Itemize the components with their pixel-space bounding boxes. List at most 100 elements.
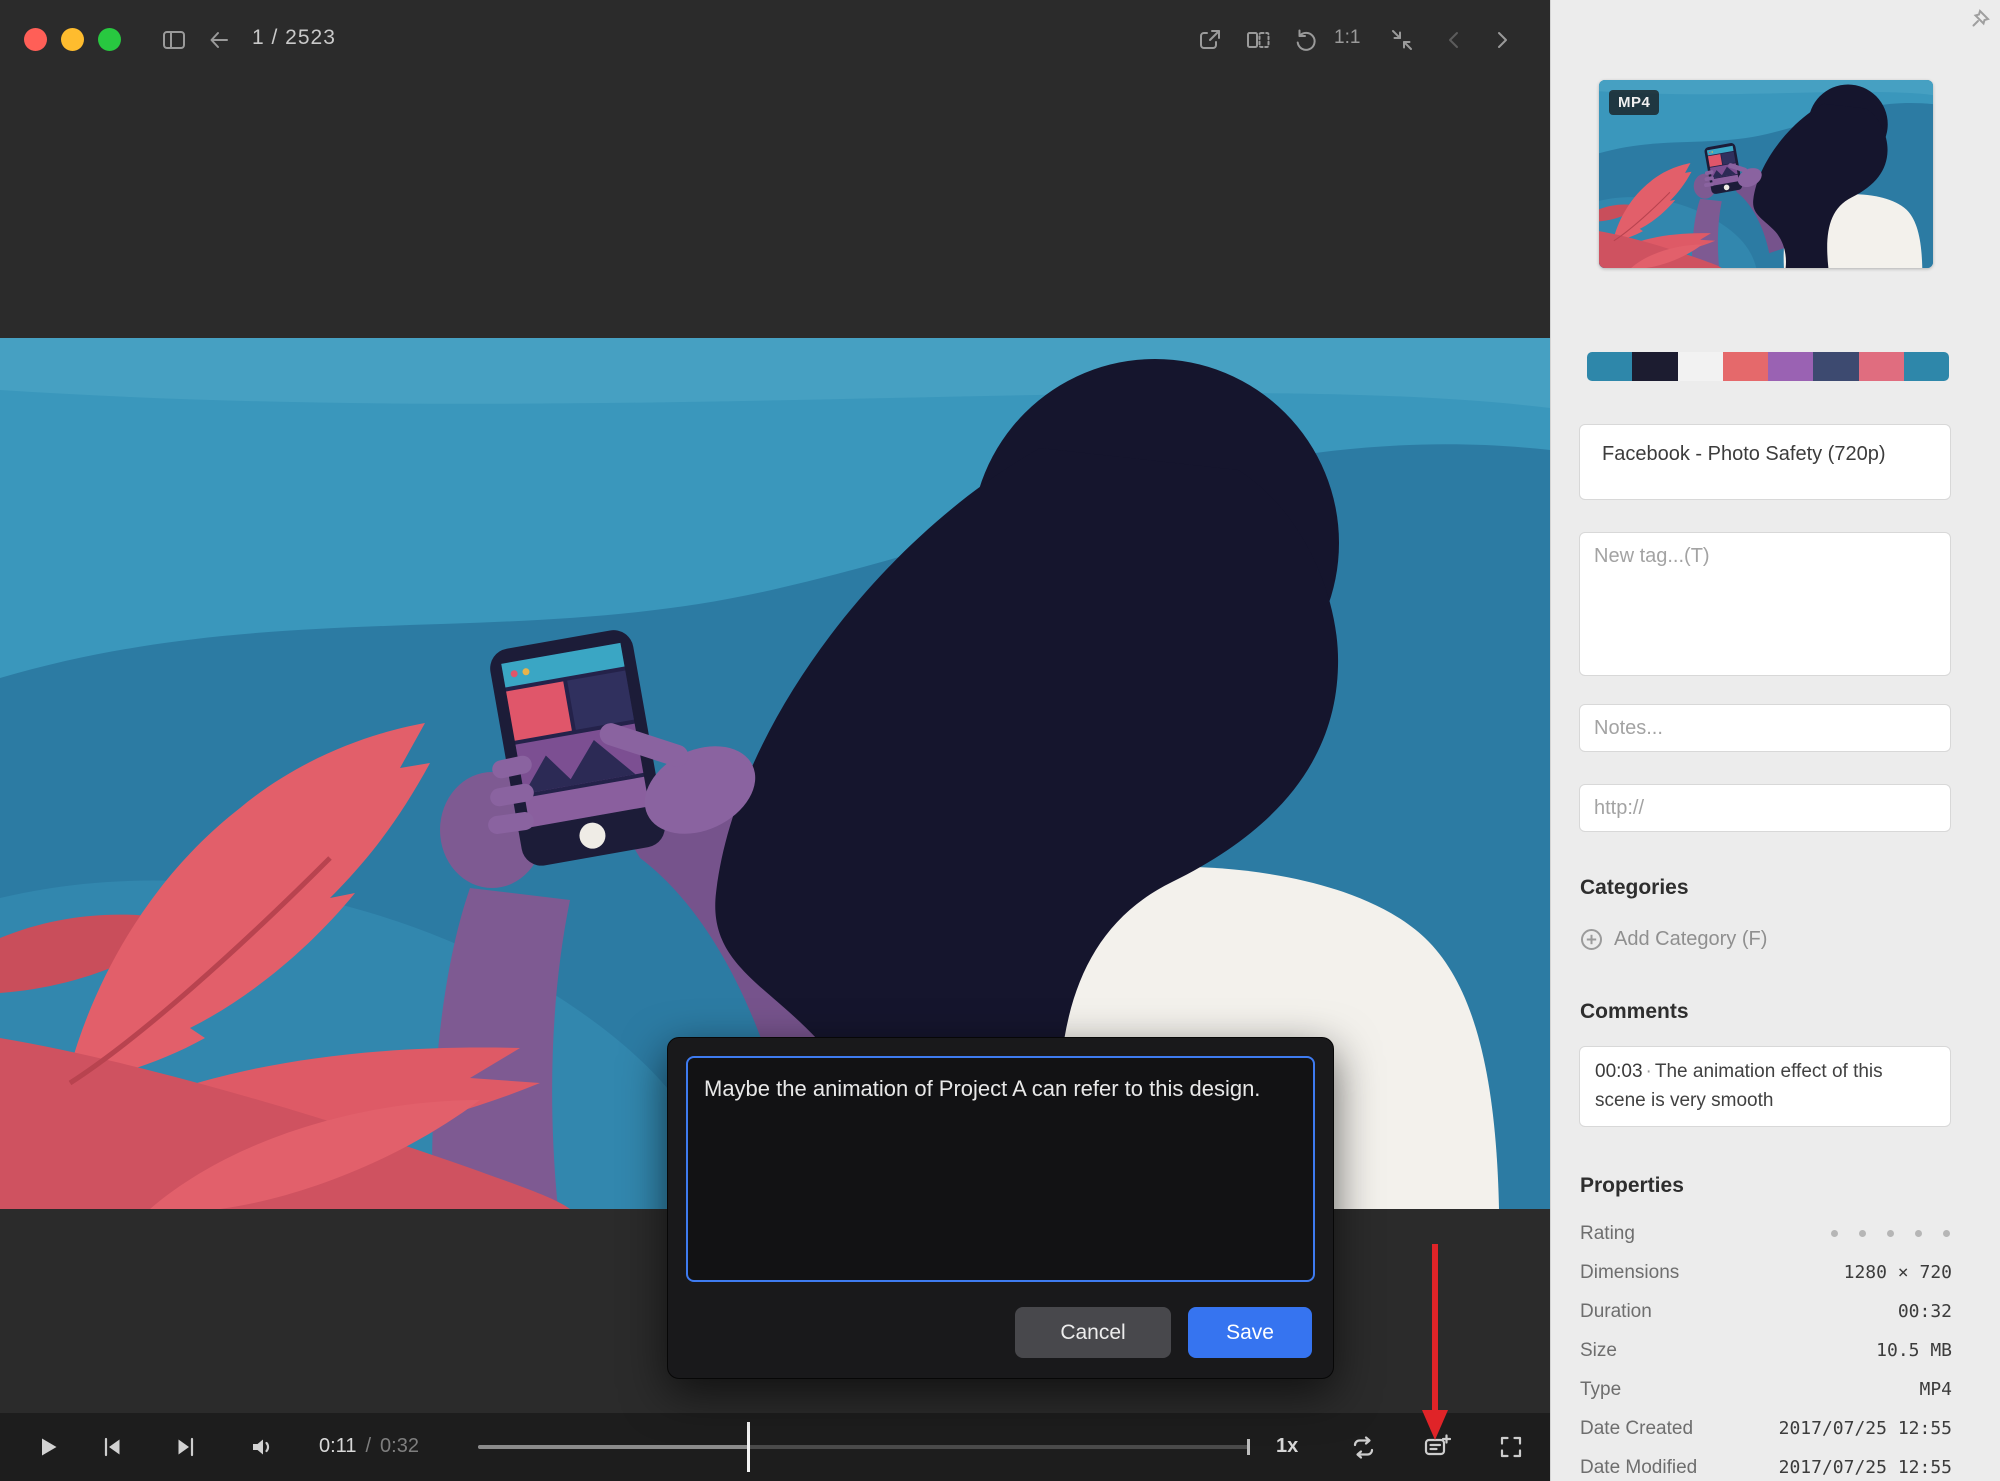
previous-frame-button[interactable] <box>95 1430 129 1464</box>
time-current: 0:11 <box>319 1435 356 1458</box>
play-icon <box>35 1434 61 1460</box>
progress-slider[interactable] <box>478 1413 1250 1481</box>
fit-window-button[interactable] <box>1386 24 1418 56</box>
rotate-button[interactable] <box>1290 24 1322 56</box>
sidebar-toggle-icon <box>161 27 187 53</box>
categories-heading: Categories <box>1580 876 1689 900</box>
page-counter: 1 / 2523 <box>252 26 336 50</box>
property-row-duration: Duration 00:32 <box>1580 1292 1952 1331</box>
cancel-button[interactable]: Cancel <box>1015 1307 1171 1358</box>
time-total: 0:32 <box>380 1435 419 1458</box>
main-area: 1 / 2523 1:1 <box>0 0 1550 1481</box>
progress-end-tick <box>1247 1439 1250 1455</box>
pin-button[interactable] <box>1970 8 1996 34</box>
time-divider: / <box>365 1435 371 1458</box>
property-value: 00:32 <box>1898 1301 1952 1322</box>
chevron-left-icon <box>1441 27 1467 53</box>
previous-item-button[interactable] <box>1438 24 1470 56</box>
compare-view-button[interactable] <box>1242 24 1274 56</box>
property-label: Rating <box>1580 1223 1635 1245</box>
tag-input[interactable] <box>1580 533 1950 675</box>
annotation-arrow <box>1413 1242 1457 1442</box>
chevron-right-icon <box>1489 27 1515 53</box>
property-value: MP4 <box>1919 1379 1952 1400</box>
color-palette <box>1587 352 1949 381</box>
comments-heading: Comments <box>1580 1000 1689 1024</box>
volume-button[interactable] <box>245 1430 279 1464</box>
palette-swatch[interactable] <box>1678 352 1723 381</box>
progress-playhead[interactable] <box>747 1422 750 1472</box>
palette-swatch[interactable] <box>1768 352 1813 381</box>
comment-timestamp[interactable]: 00:03 <box>1595 1061 1643 1082</box>
add-category-label: Add Category (F) <box>1614 928 1767 951</box>
loop-icon <box>1350 1434 1377 1461</box>
rotate-ccw-icon <box>1293 27 1319 53</box>
open-external-icon <box>1197 27 1223 53</box>
skip-back-icon <box>99 1434 125 1460</box>
format-badge: MP4 <box>1609 90 1659 115</box>
save-button[interactable]: Save <box>1188 1307 1312 1358</box>
plus-circle-icon <box>1580 928 1603 951</box>
palette-swatch[interactable] <box>1632 352 1677 381</box>
sidebar-toggle-button[interactable] <box>158 24 190 56</box>
notes-input-box <box>1579 704 1951 752</box>
rating-dot[interactable] <box>1887 1230 1894 1237</box>
loop-button[interactable] <box>1346 1430 1380 1464</box>
rating-dots[interactable] <box>1831 1230 1952 1237</box>
url-input-box <box>1579 784 1951 832</box>
palette-swatch[interactable] <box>1859 352 1904 381</box>
zoom-window-button[interactable] <box>98 28 121 51</box>
playback-speed-button[interactable]: 1x <box>1276 1435 1298 1458</box>
fullscreen-button[interactable] <box>1494 1430 1528 1464</box>
play-button[interactable] <box>31 1430 65 1464</box>
notes-input[interactable] <box>1580 705 1950 751</box>
properties-list: Rating Dimensions 1280 × 720 Duration 00… <box>1580 1214 1952 1481</box>
property-row-dimensions: Dimensions 1280 × 720 <box>1580 1253 1952 1292</box>
next-frame-button[interactable] <box>169 1430 203 1464</box>
open-external-button[interactable] <box>1194 24 1226 56</box>
video-thumbnail[interactable]: MP4 <box>1599 80 1933 268</box>
property-value: 2017/07/25 12:55 <box>1779 1418 1952 1439</box>
palette-swatch[interactable] <box>1904 352 1949 381</box>
palette-swatch[interactable] <box>1813 352 1858 381</box>
close-window-button[interactable] <box>24 28 47 51</box>
info-sidebar: MP4 Facebook - Photo Safety (720p) Categ… <box>1550 0 2000 1481</box>
rating-dot[interactable] <box>1859 1230 1866 1237</box>
pin-icon <box>1970 8 1994 32</box>
palette-swatch[interactable] <box>1587 352 1632 381</box>
add-comment-icon <box>1423 1433 1451 1461</box>
property-value: 1280 × 720 <box>1844 1262 1952 1283</box>
compare-view-icon <box>1245 27 1271 53</box>
shrink-icon <box>1389 27 1415 53</box>
property-row-date-created: Date Created 2017/07/25 12:55 <box>1580 1409 1952 1448</box>
window-controls <box>24 28 121 51</box>
property-label: Date Created <box>1580 1418 1693 1440</box>
skip-forward-icon <box>173 1434 199 1460</box>
title-field[interactable]: Facebook - Photo Safety (720p) <box>1579 424 1951 500</box>
property-label: Size <box>1580 1340 1617 1362</box>
property-label: Type <box>1580 1379 1621 1401</box>
volume-icon <box>249 1434 275 1460</box>
property-row-rating: Rating <box>1580 1214 1952 1253</box>
back-button[interactable] <box>203 24 235 56</box>
url-input[interactable] <box>1580 785 1950 831</box>
time-display: 0:11 / 0:32 <box>319 1435 419 1458</box>
minimize-window-button[interactable] <box>61 28 84 51</box>
next-item-button[interactable] <box>1486 24 1518 56</box>
comment-item[interactable]: 00:03·The animation effect of this scene… <box>1579 1046 1951 1127</box>
property-value: 10.5 MB <box>1876 1340 1952 1361</box>
add-category-button[interactable]: Add Category (F) <box>1580 928 1767 951</box>
back-arrow-icon <box>206 27 232 53</box>
property-label: Duration <box>1580 1301 1652 1323</box>
palette-swatch[interactable] <box>1723 352 1768 381</box>
property-row-size: Size 10.5 MB <box>1580 1331 1952 1370</box>
rating-dot[interactable] <box>1831 1230 1838 1237</box>
comment-textarea[interactable]: Maybe the animation of Project A can ref… <box>686 1056 1315 1282</box>
rating-dot[interactable] <box>1915 1230 1922 1237</box>
add-comment-button[interactable] <box>1420 1430 1454 1464</box>
tag-input-box <box>1579 532 1951 676</box>
dialog-buttons: Cancel Save <box>1015 1307 1312 1358</box>
rating-dot[interactable] <box>1943 1230 1950 1237</box>
top-toolbar: 1 / 2523 1:1 <box>0 0 1550 80</box>
zoom-ratio-button[interactable]: 1:1 <box>1334 27 1360 49</box>
